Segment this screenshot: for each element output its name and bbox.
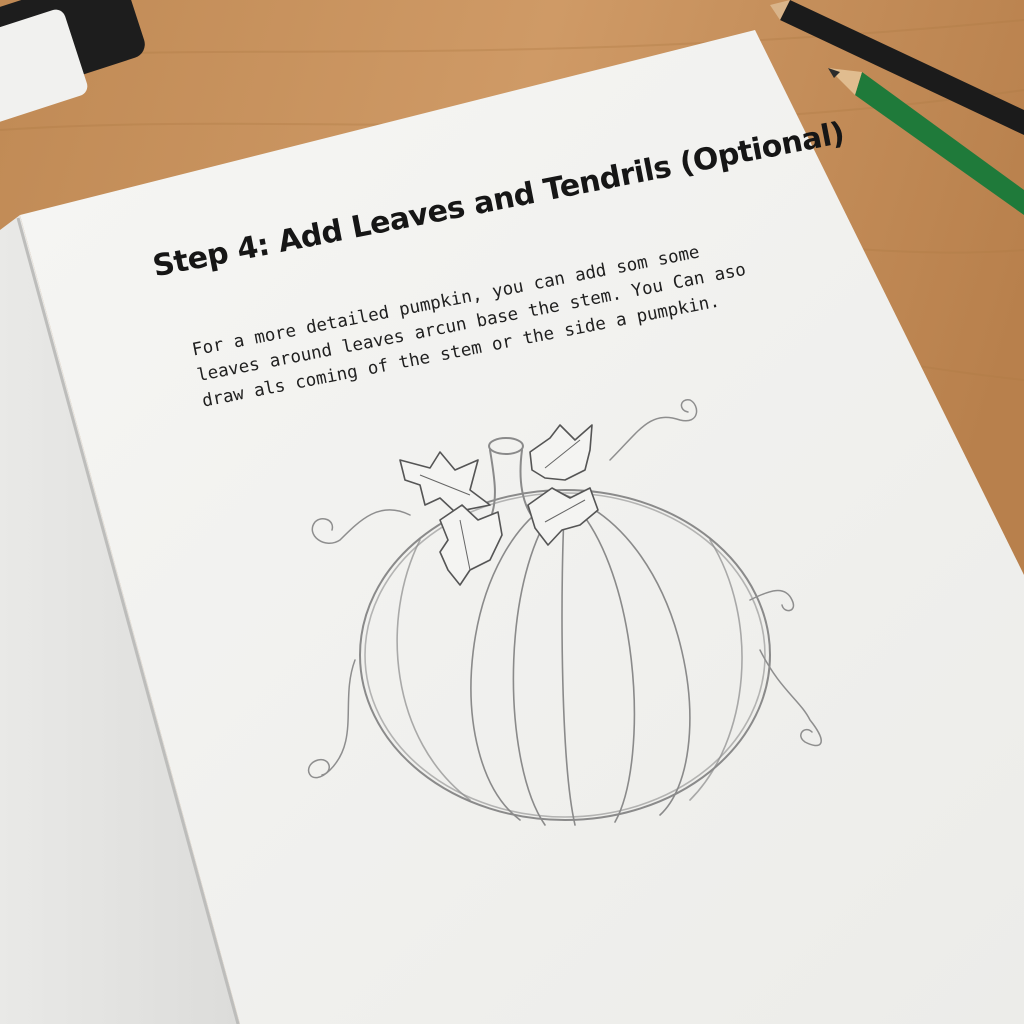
- desk-scene: [0, 0, 1024, 1024]
